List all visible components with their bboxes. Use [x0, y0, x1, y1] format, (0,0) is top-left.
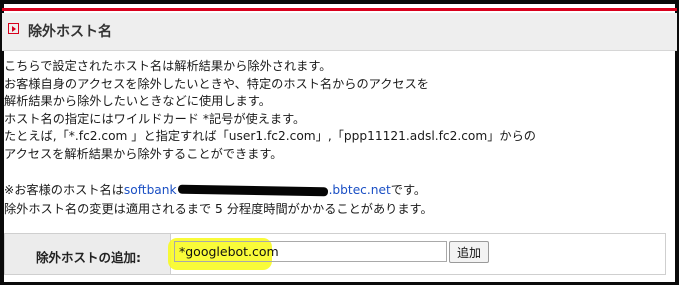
description-line: たとえば,「*.fc2.com 」と指定すれば「user1.fc2.com」,「… — [4, 129, 536, 143]
your-host-line: ※お客様のホスト名はsoftbank .bbtec.netです。 — [4, 181, 426, 199]
apply-delay-note: 除外ホスト名の変更は適用されるまで 5 分程度時間がかかることがあります。 — [4, 202, 433, 216]
description-line: こちらで設定されたホスト名は解析結果から除外されます。 — [4, 59, 332, 73]
description-line: アクセスを解析結果から除外することができます。 — [4, 146, 283, 161]
description-line: ホスト名の指定にはワイルドカード *記号が使えます。 — [4, 111, 306, 126]
section-header: 除外ホスト名 — [2, 13, 677, 51]
host-name-end: .bbtec.net — [328, 183, 391, 197]
redaction-mark — [177, 184, 328, 197]
section-title: 除外ホスト名 — [28, 24, 112, 40]
description: こちらで設定されたホスト名は解析結果から除外されます。 お客様自身のアクセスを除… — [4, 58, 664, 163]
description-line: 解析結果から除外したいときなどに使用します。 — [4, 94, 271, 108]
description-line: お客様自身のアクセスを除外したいときや、特定のホスト名からのアクセスを — [4, 76, 429, 91]
exclude-host-input[interactable] — [174, 241, 447, 262]
add-host-label: 除外ホストの追加: — [36, 250, 141, 265]
section-arrow-icon — [8, 23, 19, 34]
host-prefix: ※お客様のホスト名は — [4, 183, 124, 197]
header-accent-line — [2, 8, 677, 11]
host-name-start: softbank — [123, 183, 177, 197]
host-name-link[interactable]: softbank .bbtec.net — [124, 183, 391, 197]
host-suffix: です。 — [390, 183, 427, 197]
add-button[interactable]: 追加 — [449, 241, 489, 263]
form-label-cell: 除外ホストの追加: — [5, 234, 171, 274]
